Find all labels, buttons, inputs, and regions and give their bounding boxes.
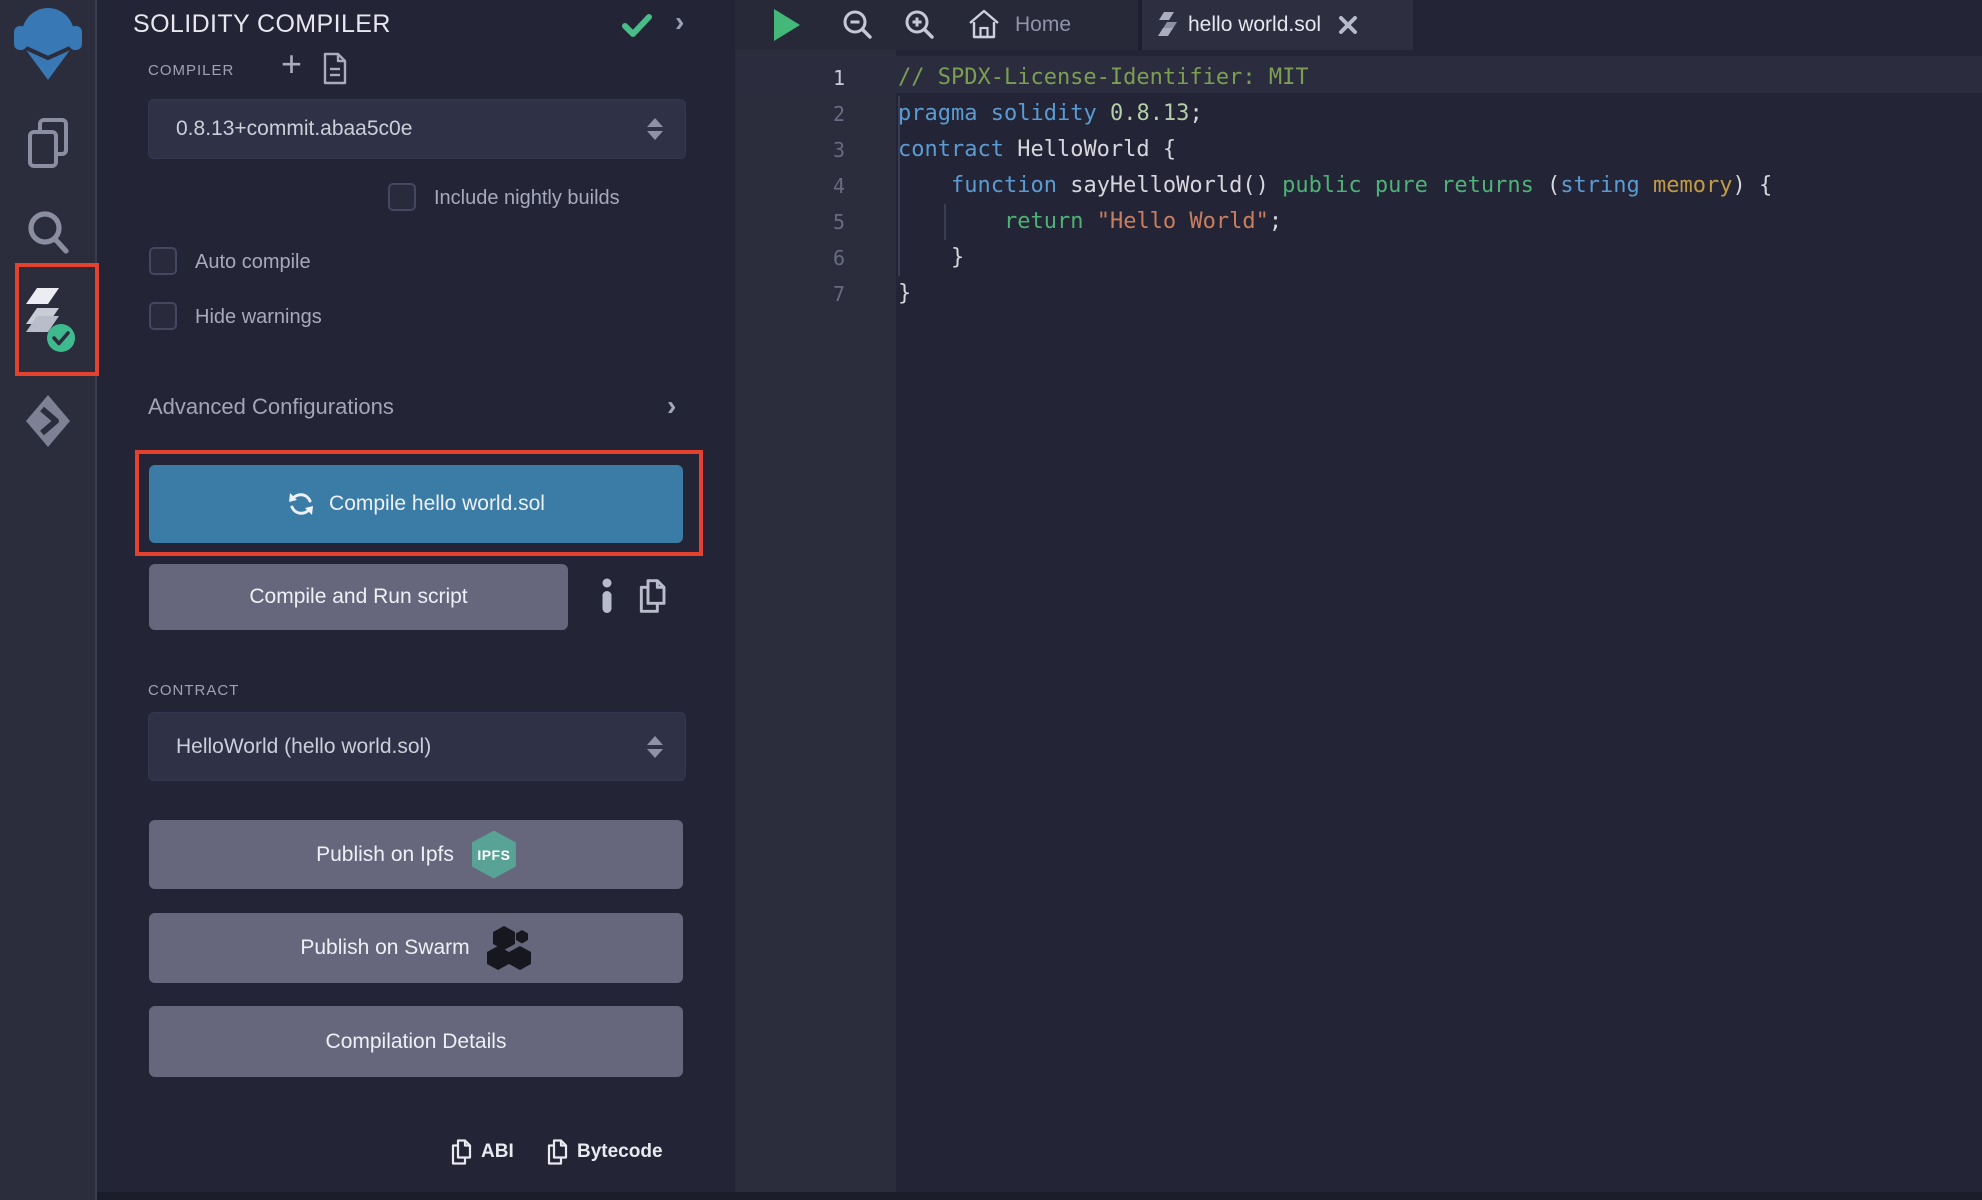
compile-and-run-button[interactable]: Compile and Run script xyxy=(149,564,568,630)
code-line[interactable]: 4 function sayHelloWorld() public pure r… xyxy=(735,168,1982,204)
abi-label: ABI xyxy=(481,1141,514,1163)
code-line-text: contract HelloWorld { xyxy=(845,132,1176,168)
publish-swarm-label: Publish on Swarm xyxy=(300,936,469,960)
advanced-configurations-label[interactable]: Advanced Configurations xyxy=(148,394,394,420)
compile-and-run-label: Compile and Run script xyxy=(249,585,467,609)
compiler-version-select[interactable]: 0.8.13+commit.abaa5c0e xyxy=(148,99,686,159)
compilation-details-button[interactable]: Compilation Details xyxy=(149,1006,683,1077)
solidity-file-icon xyxy=(1158,11,1178,39)
code-line-text: return "Hello World"; xyxy=(845,204,1282,240)
publish-ipfs-label: Publish on Ipfs xyxy=(316,843,454,867)
include-nightly-checkbox[interactable] xyxy=(388,183,416,211)
add-compiler-icon[interactable]: + xyxy=(281,46,302,82)
contract-select[interactable]: HelloWorld (hello world.sol) xyxy=(148,712,686,781)
run-script-play-icon[interactable] xyxy=(774,9,800,41)
contract-section-label: CONTRACT xyxy=(148,682,239,699)
line-number[interactable]: 1 xyxy=(735,60,845,96)
annotation-box-compile-button xyxy=(135,450,703,556)
annotation-box-compiler-icon xyxy=(15,263,99,376)
indent-guide xyxy=(944,204,946,240)
auto-compile-label[interactable]: Auto compile xyxy=(195,251,311,274)
zoom-out-icon[interactable] xyxy=(841,8,875,42)
remix-ide-window: SOLIDITY COMPILER › COMPILER + 0.8.13+co… xyxy=(0,0,1982,1200)
tab-hello-world-sol[interactable]: hello world.sol xyxy=(1142,0,1413,50)
code-line-text: // SPDX-License-Identifier: MIT xyxy=(845,60,1309,96)
hide-warnings-label[interactable]: Hide warnings xyxy=(195,306,322,329)
close-tab-icon[interactable] xyxy=(1337,14,1359,36)
code-line[interactable]: 1// SPDX-License-Identifier: MIT xyxy=(735,60,1982,96)
copy-script-icon[interactable] xyxy=(636,578,668,614)
code-line[interactable]: 3contract HelloWorld { xyxy=(735,132,1982,168)
copy-icon xyxy=(449,1138,473,1166)
bytecode-label: Bytecode xyxy=(577,1141,663,1163)
code-line-text: } xyxy=(845,276,911,312)
copy-bytecode-button[interactable]: Bytecode xyxy=(545,1138,663,1166)
home-icon xyxy=(967,8,1001,41)
code-line[interactable]: 2pragma solidity 0.8.13; xyxy=(735,96,1982,132)
solidity-compiler-panel: SOLIDITY COMPILER › COMPILER + 0.8.13+co… xyxy=(97,0,735,1200)
select-arrows-icon xyxy=(647,736,663,758)
select-arrows-icon xyxy=(647,118,663,140)
editor-tab-bar: Home hello world.sol xyxy=(735,0,1982,50)
panel-expand-chevron-icon[interactable]: › xyxy=(675,8,684,36)
file-explorer-icon[interactable] xyxy=(0,116,95,172)
compiler-section-label: COMPILER xyxy=(148,62,234,79)
code-line-text: function sayHelloWorld() public pure ret… xyxy=(845,168,1772,204)
code-line[interactable]: 6 } xyxy=(735,240,1982,276)
ipfs-icon: IPFS xyxy=(472,831,516,879)
remix-logo[interactable] xyxy=(0,2,95,84)
indent-guide xyxy=(898,96,900,276)
panel-title: SOLIDITY COMPILER xyxy=(133,10,391,39)
terminal-top-edge[interactable] xyxy=(97,1192,1982,1200)
line-number[interactable]: 4 xyxy=(735,168,845,204)
compilation-details-label: Compilation Details xyxy=(326,1030,507,1054)
compile-success-check-icon xyxy=(621,12,653,40)
contract-select-value: HelloWorld (hello world.sol) xyxy=(149,735,647,759)
ipfs-icon-label: IPFS xyxy=(477,847,510,863)
activity-bar xyxy=(0,0,97,1200)
editor-area: Home hello world.sol xyxy=(735,0,1982,1200)
tab-label: hello world.sol xyxy=(1188,13,1321,37)
search-icon[interactable] xyxy=(0,208,95,258)
line-number[interactable]: 5 xyxy=(735,204,845,240)
advanced-expand-chevron-icon[interactable]: › xyxy=(667,392,676,420)
zoom-in-icon[interactable] xyxy=(903,8,937,42)
code-line[interactable]: 5 return "Hello World"; xyxy=(735,204,1982,240)
tab-home[interactable]: Home xyxy=(967,8,1071,41)
deploy-run-icon[interactable] xyxy=(0,394,95,450)
code-line-text: } xyxy=(845,240,964,276)
compiler-version-value: 0.8.13+commit.abaa5c0e xyxy=(149,117,647,141)
hide-warnings-checkbox[interactable] xyxy=(149,302,177,330)
code-lines: 1// SPDX-License-Identifier: MIT2pragma … xyxy=(735,50,1982,1200)
copy-abi-button[interactable]: ABI xyxy=(449,1138,514,1166)
line-number[interactable]: 7 xyxy=(735,276,845,312)
line-number[interactable]: 3 xyxy=(735,132,845,168)
include-nightly-label[interactable]: Include nightly builds xyxy=(434,187,620,210)
info-icon[interactable] xyxy=(599,578,615,614)
line-number[interactable]: 6 xyxy=(735,240,845,276)
line-number[interactable]: 2 xyxy=(735,96,845,132)
auto-compile-checkbox[interactable] xyxy=(149,247,177,275)
publish-swarm-button[interactable]: Publish on Swarm xyxy=(149,913,683,983)
tab-home-label: Home xyxy=(1015,13,1071,37)
compiler-doc-icon[interactable] xyxy=(321,52,349,86)
swarm-icon xyxy=(486,924,532,972)
copy-icon xyxy=(545,1138,569,1166)
code-line[interactable]: 7} xyxy=(735,276,1982,312)
publish-ipfs-button[interactable]: Publish on Ipfs IPFS xyxy=(149,820,683,889)
